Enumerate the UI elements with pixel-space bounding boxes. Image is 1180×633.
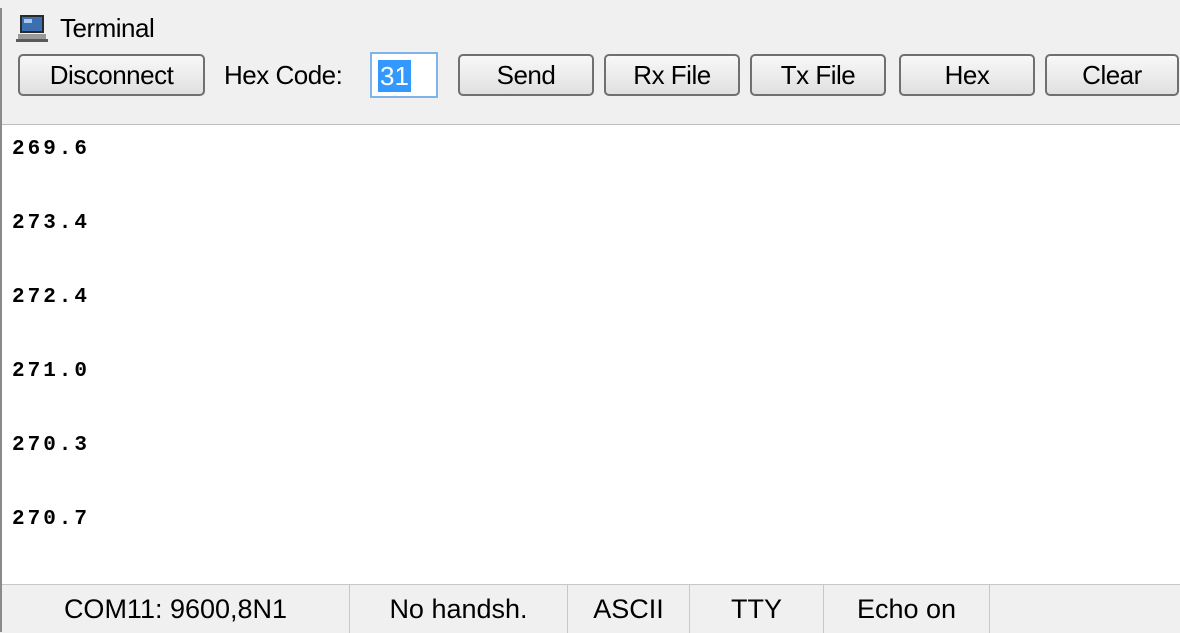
hex-code-input[interactable]: 31 — [370, 52, 438, 98]
hex-code-value: 31 — [378, 60, 411, 92]
status-port: COM11: 9600,8N1 — [2, 585, 350, 633]
output-line: 273.4 — [12, 212, 91, 235]
toolbar: Disconnect Hex Code: 31 Send Rx File Tx … — [2, 48, 1180, 102]
output-line: 270.7 — [12, 508, 91, 531]
output-line: 269.6 — [12, 138, 91, 161]
output-line: 272.4 — [12, 286, 91, 309]
clear-button[interactable]: Clear — [1045, 54, 1179, 96]
computer-icon — [16, 15, 48, 42]
terminal-window: Terminal Disconnect Hex Code: 31 Send Rx… — [0, 8, 1180, 633]
status-mode: ASCII — [568, 585, 690, 633]
status-terminal: TTY — [690, 585, 824, 633]
hex-button[interactable]: Hex — [899, 54, 1035, 96]
output-line: 271.0 — [12, 360, 91, 383]
output-line: 270.3 — [12, 434, 91, 457]
disconnect-button[interactable]: Disconnect — [18, 54, 205, 96]
tx-file-button[interactable]: Tx File — [750, 54, 886, 96]
window-title: Terminal — [60, 12, 155, 43]
status-bar: COM11: 9600,8N1 No handsh. ASCII TTY Ech… — [2, 584, 1180, 633]
status-echo: Echo on — [824, 585, 990, 633]
title-bar: Terminal — [2, 8, 1180, 48]
rx-file-button[interactable]: Rx File — [604, 54, 740, 96]
send-button[interactable]: Send — [458, 54, 594, 96]
terminal-output[interactable]: 269.6 273.4 272.4 271.0 270.3 270.7 — [2, 124, 1180, 585]
status-handshake: No handsh. — [350, 585, 568, 633]
hex-code-label: Hex Code: — [224, 59, 343, 90]
